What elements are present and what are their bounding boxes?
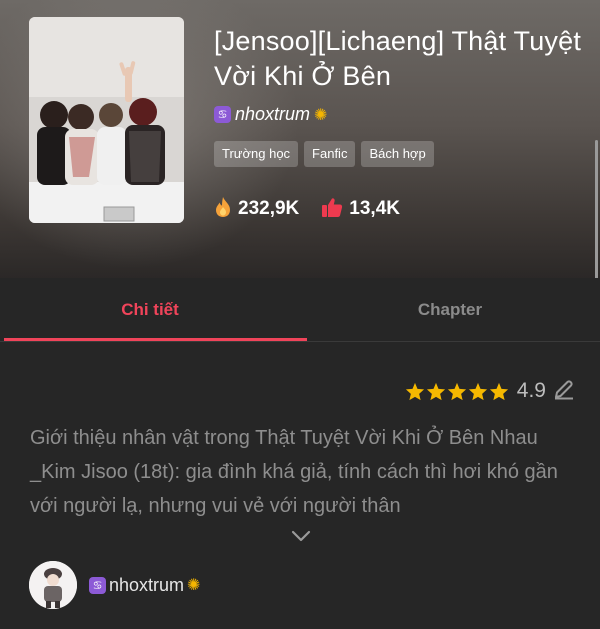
star-icon — [426, 382, 445, 400]
fire-icon — [214, 196, 232, 222]
chevron-down-icon[interactable] — [291, 527, 311, 546]
star-icon — [468, 382, 487, 400]
pencil-icon[interactable] — [552, 377, 576, 405]
active-tab-indicator — [4, 338, 307, 341]
story-stats: 232,9K 13,4K — [214, 196, 400, 222]
views-stat: 232,9K — [214, 196, 299, 222]
author-card[interactable]: ♋ nhoxtrum ✺ — [29, 561, 200, 609]
tab-chapter[interactable]: Chapter — [300, 278, 600, 341]
likes-count: 13,4K — [349, 198, 400, 219]
story-header: [Jensoo][Lichaeng] Thật Tuyệt Vời Khi Ở … — [0, 0, 600, 278]
star-rating — [405, 382, 509, 401]
story-description: Giới thiệu nhân vật trong Thật Tuyệt Vời… — [30, 427, 558, 517]
author-name: nhoxtrum — [235, 104, 311, 124]
cancer-zodiac-icon: ♋ — [89, 576, 106, 594]
tag-item[interactable]: Trường học — [214, 141, 299, 167]
likes-stat: 13,4K — [321, 197, 400, 222]
avatar[interactable] — [29, 561, 77, 609]
author-name-row: ♋ nhoxtrum ✺ — [89, 575, 200, 596]
thumbs-up-icon — [321, 197, 343, 222]
star-icon — [405, 382, 424, 400]
rating-value: 4.9 — [516, 379, 546, 402]
tab-label: Chapter — [417, 299, 483, 319]
story-cover-image — [29, 17, 184, 223]
author-link[interactable]: ♋ nhoxtrum ✺ — [214, 104, 327, 125]
tab-label: Chi tiết — [121, 299, 179, 319]
tag-item[interactable]: Bách hợp — [361, 141, 434, 167]
author-name: nhoxtrum — [109, 574, 185, 595]
tab-bar: Chi tiết Chapter — [0, 278, 600, 342]
sunflower-icon: ✺ — [187, 575, 201, 594]
views-count: 232,9K — [238, 198, 300, 219]
cancer-zodiac-icon: ♋ — [214, 106, 231, 123]
star-icon — [489, 382, 508, 400]
story-title: [Jensoo][Lichaeng] Thật Tuyệt Vời Khi Ở … — [214, 26, 582, 91]
tab-details[interactable]: Chi tiết — [0, 278, 307, 341]
tag-list: Trường học Fanfic Bách hợp — [214, 141, 434, 167]
tag-item[interactable]: Fanfic — [304, 141, 356, 167]
star-icon — [447, 382, 466, 400]
sunflower-icon: ✺ — [314, 104, 328, 124]
rating-row: 4.9 — [405, 377, 576, 405]
